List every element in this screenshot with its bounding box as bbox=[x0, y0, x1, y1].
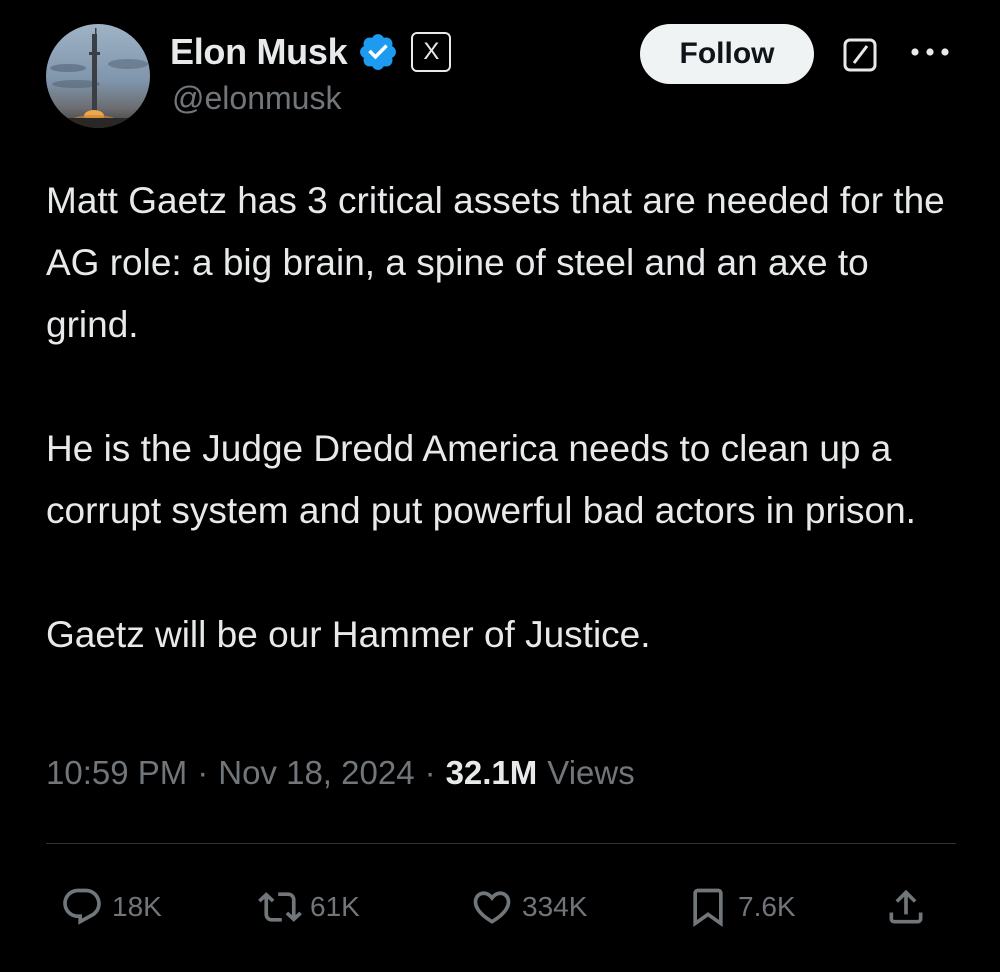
verified-badge-icon[interactable] bbox=[357, 31, 399, 73]
repost-icon bbox=[258, 892, 302, 922]
tweet-paragraph: He is the Judge Dredd America needs to c… bbox=[46, 428, 916, 531]
tweet-paragraph: Gaetz will be our Hammer of Justice. bbox=[46, 614, 651, 655]
tweet-card: Elon Musk X @elonmusk Follow Matt Gaetz … bbox=[0, 0, 1000, 972]
author-display-name[interactable]: Elon Musk bbox=[170, 31, 348, 73]
repost-button[interactable]: 61K bbox=[258, 882, 360, 932]
avatar-image bbox=[46, 24, 150, 128]
divider bbox=[46, 843, 956, 844]
bookmark-count: 7.6K bbox=[738, 891, 796, 922]
share-button[interactable] bbox=[884, 882, 928, 932]
meta-separator: · bbox=[197, 754, 209, 791]
tweet-text: Matt Gaetz has 3 critical assets that ar… bbox=[46, 170, 966, 666]
more-options-icon[interactable] bbox=[908, 42, 952, 62]
repost-count: 61K bbox=[310, 891, 360, 922]
views-label[interactable]: Views bbox=[547, 754, 634, 792]
views-count[interactable]: 32.1M bbox=[446, 754, 538, 792]
tweet-paragraph: Matt Gaetz has 3 critical assets that ar… bbox=[46, 180, 945, 345]
like-count: 334K bbox=[522, 891, 588, 922]
bookmark-icon bbox=[693, 888, 723, 928]
like-button[interactable]: 334K bbox=[470, 882, 587, 932]
avatar[interactable] bbox=[46, 24, 150, 128]
reply-button[interactable]: 18K bbox=[60, 882, 162, 932]
reply-count: 18K bbox=[112, 891, 162, 922]
tweet-time[interactable]: 10:59 PM bbox=[46, 754, 187, 792]
author-handle[interactable]: @elonmusk bbox=[172, 80, 341, 117]
author-name-row: Elon Musk X bbox=[170, 30, 452, 74]
follow-button[interactable]: Follow bbox=[640, 24, 814, 84]
heart-icon bbox=[473, 891, 511, 924]
bookmark-button[interactable]: 7.6K bbox=[686, 882, 796, 932]
x-affiliate-badge[interactable]: X bbox=[411, 32, 452, 72]
reply-icon bbox=[63, 888, 101, 925]
meta-separator: · bbox=[424, 754, 436, 791]
grok-icon[interactable] bbox=[842, 37, 878, 73]
tweet-date[interactable]: Nov 18, 2024 bbox=[218, 754, 414, 792]
share-icon bbox=[889, 889, 923, 924]
tweet-meta: 10:59 PM · Nov 18, 2024 · 32.1M Views bbox=[46, 754, 635, 792]
